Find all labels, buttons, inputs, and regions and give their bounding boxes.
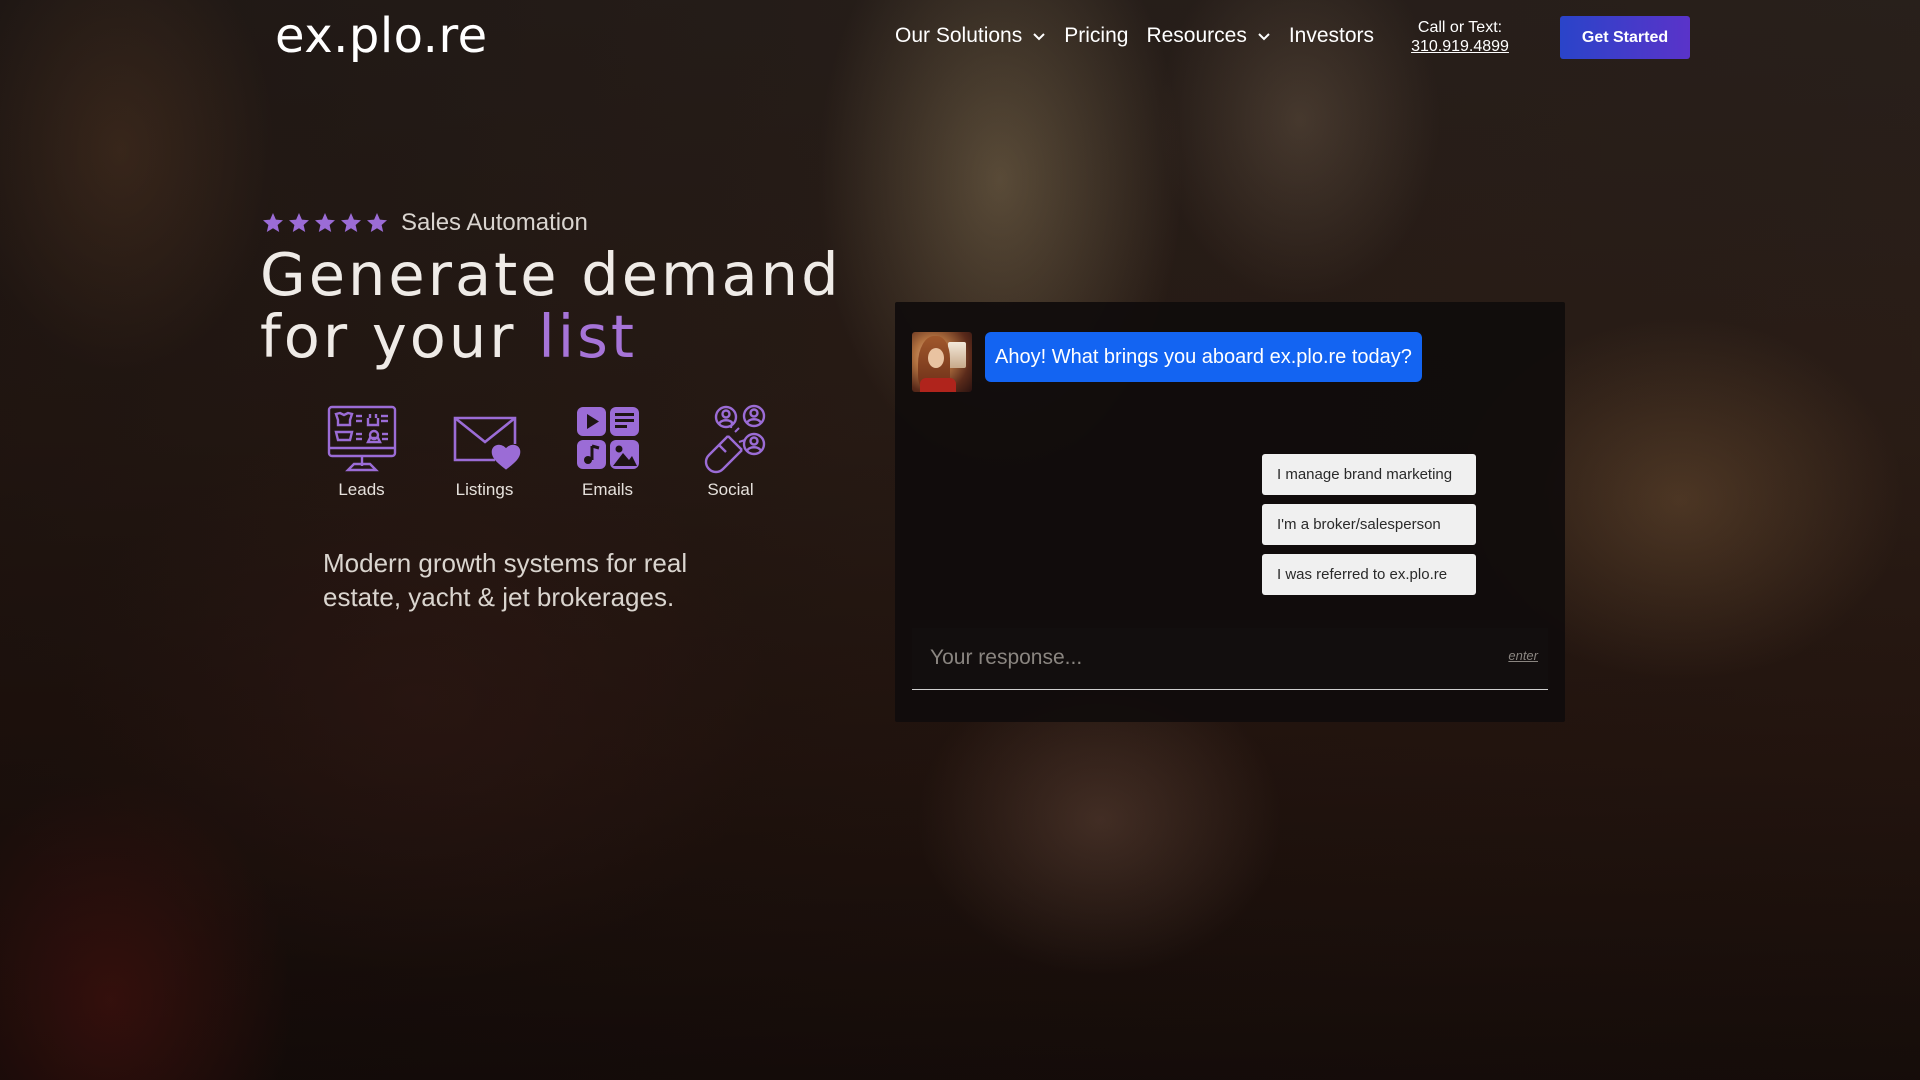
feature-label: Emails	[581, 480, 633, 499]
site-header: ex.plo.re Our Solutions Pricing Resource…	[0, 0, 1920, 76]
hero-headline: Generate demand for your list	[260, 244, 842, 368]
nav-investors-label: Investors	[1288, 24, 1375, 47]
feature-label: Listings	[455, 480, 514, 499]
quick-reply-option[interactable]: I was referred to ex.plo.re	[1262, 554, 1476, 595]
monitor-store-icon	[327, 405, 396, 472]
feature-social: Social	[669, 404, 792, 500]
feature-icons: Leads Listings Emails Social	[300, 404, 792, 500]
enter-hint[interactable]: enter	[1508, 648, 1538, 663]
feature-label: Leads	[338, 480, 385, 499]
get-started-button[interactable]: Get Started	[1560, 16, 1690, 59]
quick-reply-option[interactable]: I manage brand marketing	[1262, 454, 1476, 495]
envelope-heart-icon	[453, 416, 520, 470]
hero-tagline: Modern growth systems for real estate, y…	[323, 548, 688, 612]
headline-accent: list	[538, 302, 637, 371]
quick-reply-option[interactable]: I'm a broker/salesperson	[1262, 504, 1476, 545]
rating-stars	[261, 211, 391, 235]
agent-avatar	[912, 332, 972, 392]
rating-label: Sales Automation	[401, 209, 588, 236]
star-icon	[367, 213, 387, 232]
headline-line1: Generate demand	[260, 240, 842, 309]
site-logo[interactable]: ex.plo.re	[275, 8, 488, 64]
feature-emails: Emails	[546, 404, 669, 500]
chat-quick-replies: I manage brand marketing I'm a broker/sa…	[1262, 454, 1476, 604]
star-icon	[341, 213, 361, 232]
nav-our-solutions-label: Our Solutions	[895, 24, 1023, 47]
nav-pricing-label: Pricing	[1064, 24, 1129, 47]
chevron-down-icon	[1258, 33, 1270, 41]
chat-input-row: enter	[912, 628, 1548, 690]
nav-pricing[interactable]: Pricing	[1064, 24, 1128, 48]
feature-leads: Leads	[300, 404, 423, 500]
nav-our-solutions[interactable]: Our Solutions	[895, 24, 1046, 48]
nav-investors[interactable]: Investors	[1289, 24, 1374, 48]
star-icon	[263, 213, 283, 232]
feature-listings: Listings	[423, 404, 546, 500]
headline-line2-prefix: for your	[260, 302, 539, 371]
star-icon	[289, 213, 309, 232]
phone-link[interactable]: 310.919.4899	[1408, 37, 1512, 57]
call-label: Call or Text:	[1417, 19, 1503, 36]
chat-message-bubble: Ahoy! What brings you aboard ex.plo.re t…	[985, 332, 1422, 382]
call-or-text: Call or Text: 310.919.4899	[1408, 19, 1512, 57]
rating: Sales Automation	[261, 209, 588, 237]
chat-response-input[interactable]	[912, 628, 1472, 688]
media-apps-icon	[576, 407, 639, 469]
star-icon	[315, 213, 335, 232]
feature-label: Social	[707, 480, 754, 499]
chevron-down-icon	[1033, 33, 1045, 41]
magnet-users-icon	[704, 404, 765, 474]
nav-resources-label: Resources	[1146, 24, 1247, 47]
chat-widget: Ahoy! What brings you aboard ex.plo.re t…	[895, 302, 1565, 722]
nav-resources[interactable]: Resources	[1146, 24, 1270, 48]
main-nav: Our Solutions Pricing Resources Investor…	[895, 24, 1392, 48]
